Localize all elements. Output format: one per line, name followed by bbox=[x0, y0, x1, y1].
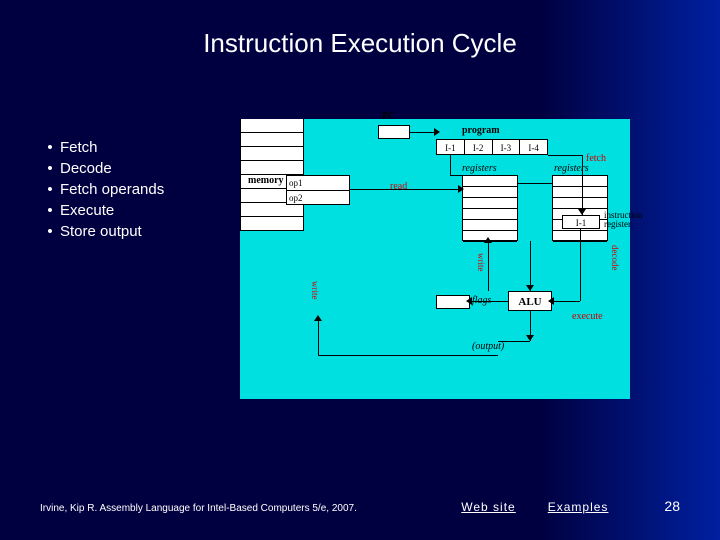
output-label: (output) bbox=[472, 341, 504, 352]
registers-label: registers bbox=[462, 163, 497, 174]
program-label: program bbox=[462, 125, 500, 136]
program-cell: I-4 bbox=[520, 140, 547, 154]
examples-link[interactable]: Examples bbox=[548, 500, 609, 514]
read-label: read bbox=[390, 181, 407, 192]
slide-title: Instruction Execution Cycle bbox=[0, 0, 720, 59]
alu-box: ALU bbox=[508, 291, 552, 311]
content-area: Fetch Decode Fetch operands Execute Stor… bbox=[0, 119, 720, 399]
memory-label: memory bbox=[248, 175, 284, 186]
web-site-link[interactable]: Web site bbox=[461, 500, 515, 514]
program-cell: I-3 bbox=[493, 140, 521, 154]
write-label: write bbox=[310, 281, 320, 300]
instruction-register-label: instruction register bbox=[604, 211, 628, 229]
program-cell: I-2 bbox=[465, 140, 493, 154]
memory-box: op1 op2 bbox=[286, 175, 350, 205]
decode-label: decode bbox=[610, 245, 620, 270]
bullet-item: Fetch operands bbox=[40, 181, 240, 198]
footer: Irvine, Kip R. Assembly Language for Int… bbox=[0, 498, 720, 514]
registers-box-1 bbox=[462, 175, 518, 241]
fetch-label: fetch bbox=[586, 153, 606, 164]
pc-box bbox=[378, 125, 410, 139]
write-label: write bbox=[476, 253, 486, 272]
memory-row: op2 bbox=[287, 191, 349, 206]
pc-label: PC bbox=[382, 111, 395, 122]
bullet-item: Fetch bbox=[40, 139, 240, 156]
bullet-item: Decode bbox=[40, 160, 240, 177]
instruction-register-box: I-1 bbox=[562, 215, 600, 229]
bullet-item: Execute bbox=[40, 202, 240, 219]
execute-label: execute bbox=[572, 311, 603, 322]
program-cell: I-1 bbox=[437, 140, 465, 154]
diagram: PC program I-1 I-2 I-3 I-4 memory op1 op… bbox=[240, 119, 630, 399]
flags-box bbox=[436, 295, 470, 309]
page-number: 28 bbox=[664, 498, 680, 514]
bullet-list: Fetch Decode Fetch operands Execute Stor… bbox=[40, 119, 240, 244]
footer-citation: Irvine, Kip R. Assembly Language for Int… bbox=[40, 503, 445, 514]
memory-row: op1 bbox=[287, 176, 349, 191]
program-box: I-1 I-2 I-3 I-4 bbox=[436, 139, 548, 155]
bullet-item: Store output bbox=[40, 223, 240, 240]
registers-label-2: registers bbox=[554, 163, 589, 174]
